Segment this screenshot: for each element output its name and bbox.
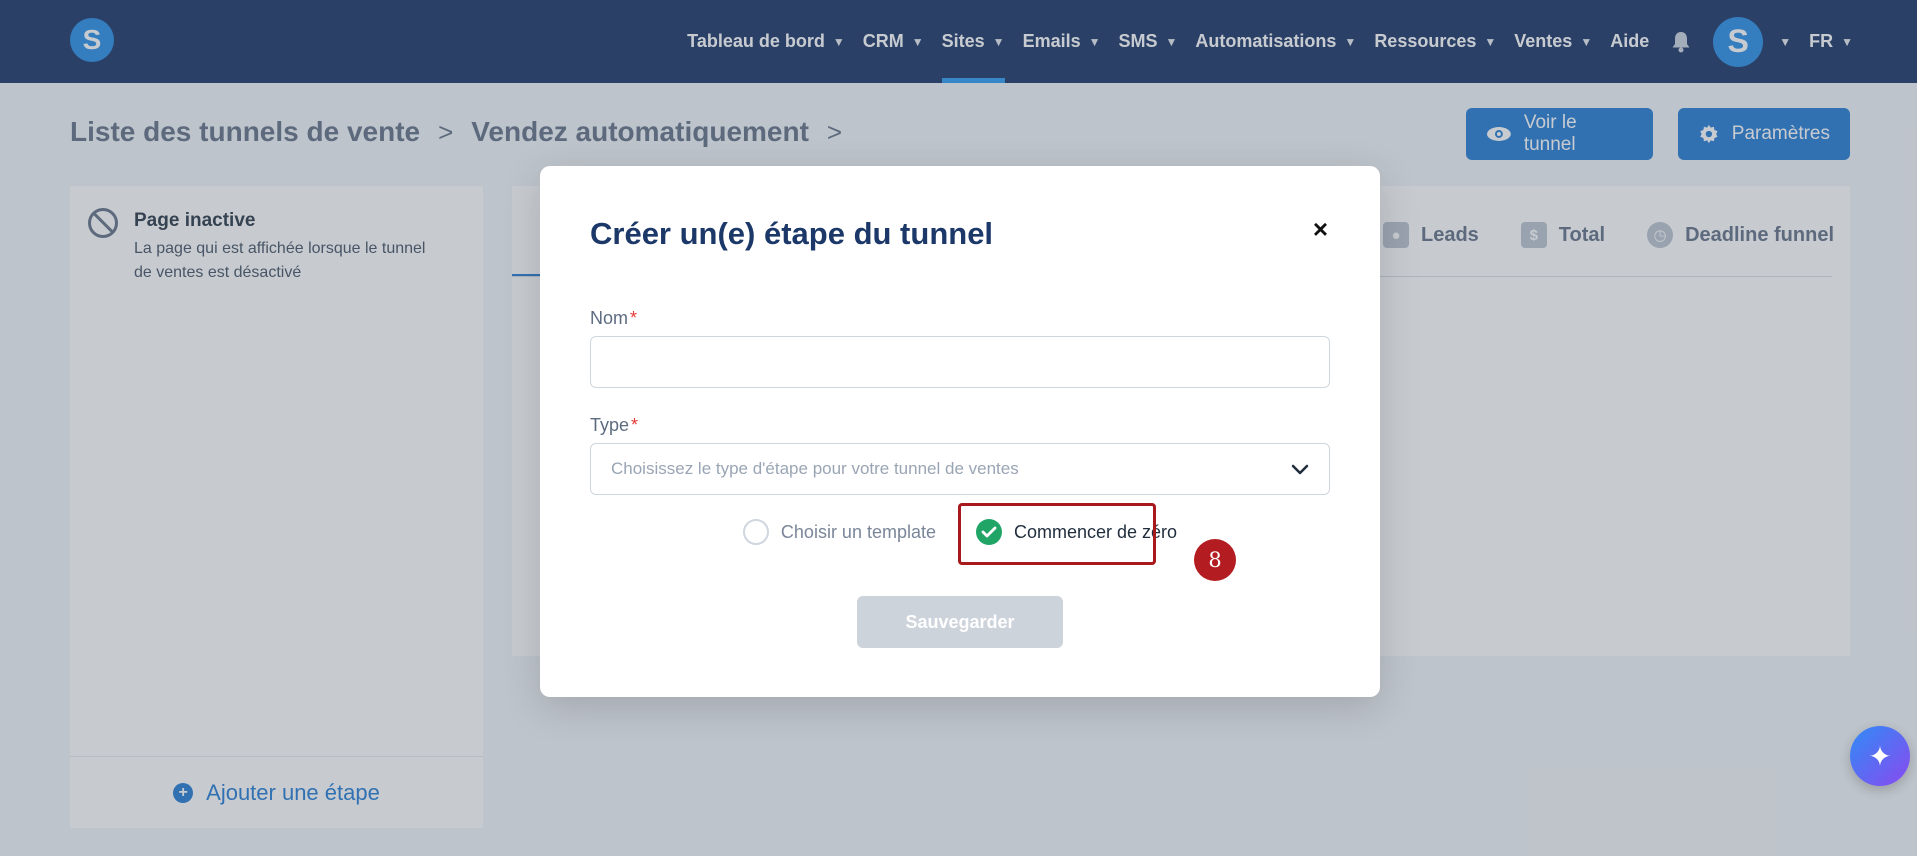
required-mark: * (630, 308, 638, 328)
name-field-label: Nom * (590, 308, 637, 329)
name-input[interactable] (590, 336, 1330, 388)
chevron-down-icon (1291, 464, 1309, 475)
required-mark: * (631, 415, 639, 435)
save-button[interactable]: Sauvegarder (857, 596, 1063, 648)
type-field-label: Type * (590, 415, 638, 436)
type-select-placeholder: Choisissez le type d'étape pour votre tu… (611, 459, 1019, 478)
name-label-text: Nom (590, 308, 629, 328)
tutorial-highlight-box (958, 503, 1156, 565)
type-select[interactable]: Choisissez le type d'étape pour votre tu… (590, 443, 1330, 495)
create-step-modal: Créer un(e) étape du tunnel × Nom * Type *… (540, 166, 1380, 697)
ai-assistant-sparkle-icon[interactable]: ✦ (1850, 726, 1910, 786)
tutorial-step-badge: 8 (1194, 539, 1236, 581)
radio-label: Choisir un template (780, 521, 936, 542)
radio-choose-template[interactable]: Choisir un template (742, 519, 936, 545)
radio-circle-icon (742, 519, 769, 545)
close-icon[interactable]: × (1313, 214, 1328, 245)
modal-title: Créer un(e) étape du tunnel (590, 216, 994, 251)
type-label-text: Type (590, 415, 630, 435)
